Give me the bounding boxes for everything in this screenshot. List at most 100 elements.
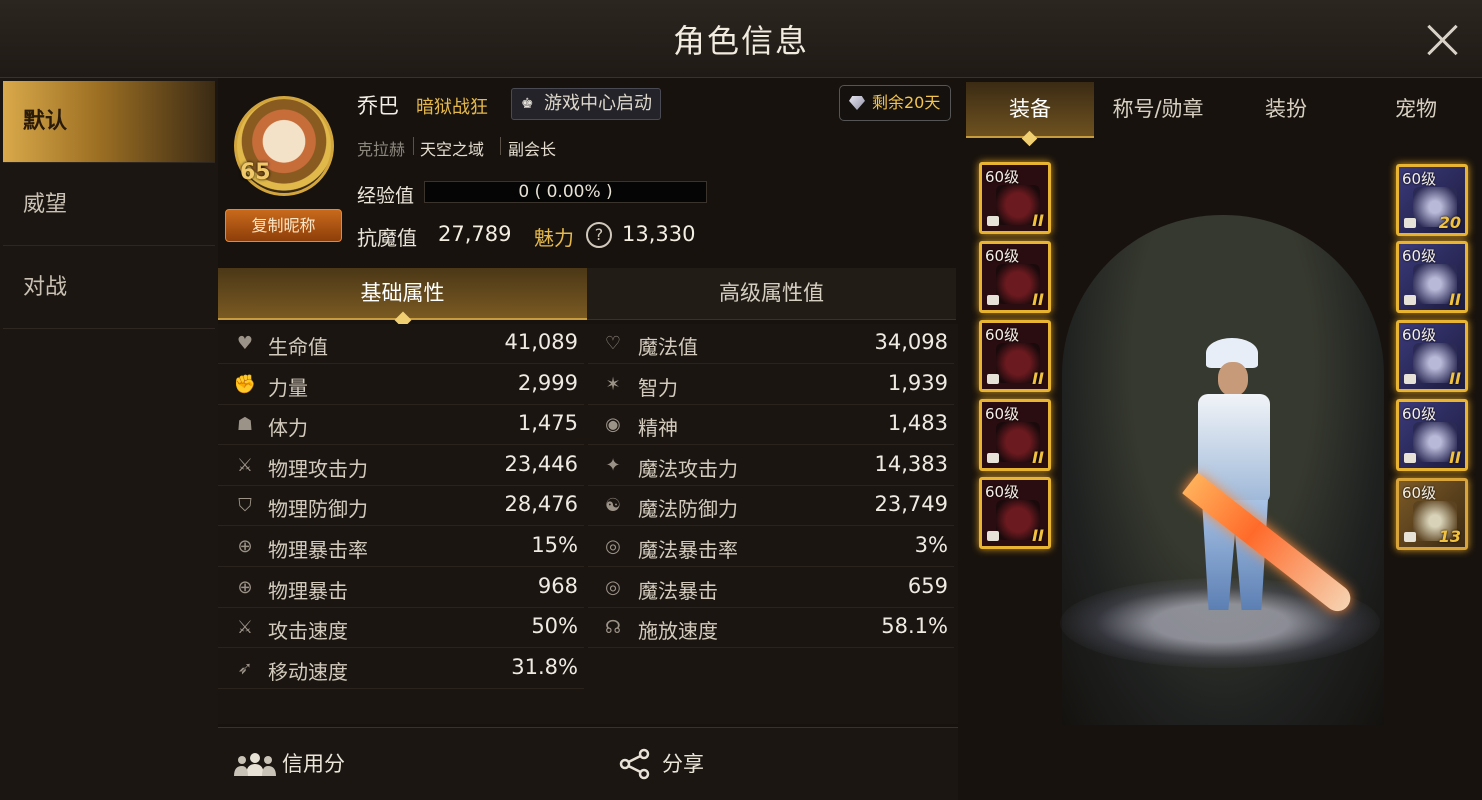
lock-icon (987, 216, 999, 226)
magic-crit-icon: ◎ (605, 536, 621, 557)
player-class: 暗狱战狂 (416, 97, 488, 118)
equipment-level: 60级 (985, 247, 1020, 265)
divider (500, 137, 501, 155)
stat-label: 物理暴击 (268, 578, 348, 603)
attack-speed-icon: ⚔ (236, 617, 254, 639)
guild-name[interactable]: 天空之域 (420, 136, 484, 160)
spirit-icon: ◉ (605, 414, 621, 436)
stat-row: ✦ 魔法攻击力 14,383 (588, 446, 954, 486)
stat-label: 魔法暴击 (638, 578, 718, 603)
stat-row: ☯ 魔法防御力 23,749 (588, 486, 954, 527)
equipment-slot[interactable]: 60级 II (979, 162, 1051, 234)
remaining-days-badge[interactable]: 剩余20天 (839, 85, 951, 121)
sword-icon: ⚔ (236, 454, 254, 476)
charm-value: 13,330 (622, 222, 696, 246)
stat-row: ◎ 魔法暴击率 3% (588, 527, 954, 567)
tab-titles-medals[interactable]: 称号/勋章 (1094, 82, 1222, 138)
diamond-icon (849, 96, 865, 110)
stat-row: ⚔ 攻击速度 50% (218, 608, 584, 649)
equipment-level: 60级 (985, 405, 1020, 423)
tab-advanced-attributes[interactable]: 高级属性值 (587, 268, 956, 320)
stat-row: ⊕ 物理暴击率 15% (218, 527, 584, 567)
stat-row: ☊ 施放速度 58.1% (588, 608, 954, 649)
move-speed-icon: ➶ (237, 657, 253, 679)
remaining-days-label: 剩余20天 (872, 93, 941, 112)
stat-value: 23,446 (504, 451, 578, 476)
magic-crit-icon: ◎ (605, 576, 621, 598)
credit-score-label: 信用分 (282, 752, 345, 776)
help-icon[interactable]: ? (586, 222, 612, 248)
copy-name-button[interactable]: 复制昵称 (225, 209, 342, 242)
gamecenter-label: 游戏中心启动 (544, 93, 652, 114)
nav-item-prestige[interactable]: 威望 (3, 164, 215, 246)
tab-pets[interactable]: 宠物 (1350, 82, 1482, 138)
tab-outfit[interactable]: 装扮 (1222, 82, 1350, 138)
lock-icon (987, 453, 999, 463)
stat-label: 移动速度 (268, 659, 348, 684)
stat-label: 生命值 (268, 335, 328, 359)
stat-label: 力量 (268, 375, 308, 400)
equipment-level: 60级 (985, 326, 1020, 344)
close-icon[interactable] (1422, 20, 1462, 60)
equipment-slot[interactable]: 60级 II (1396, 320, 1468, 392)
lock-icon (987, 295, 999, 305)
equipment-tier: 20 (1438, 213, 1461, 232)
stat-row: ◎ 魔法暴击 659 (588, 568, 954, 608)
heart-outline-icon: ♡ (604, 333, 622, 354)
stat-value: 1,939 (887, 370, 948, 395)
equipment-tier: 13 (1438, 527, 1461, 546)
share-button[interactable]: 分享 (618, 748, 704, 780)
tab-equipment[interactable]: 装备 (966, 82, 1094, 138)
equipment-slot[interactable]: 60级 II (979, 399, 1051, 471)
lock-icon (1404, 532, 1416, 542)
gamecenter-launch-button[interactable]: ♚ 游戏中心启动 (511, 88, 661, 120)
people-icon (234, 753, 276, 776)
antimagic-value: 27,789 (438, 222, 512, 246)
page-title: 角色信息 (672, 22, 809, 60)
header-bar: 角色信息 (0, 0, 1482, 78)
guild-role: 副会长 (508, 140, 557, 159)
stat-value: 34,098 (874, 330, 948, 354)
stat-row: ⚔ 物理攻击力 23,446 (218, 446, 584, 486)
stat-label: 魔法值 (638, 335, 698, 359)
equipment-level: 60级 (1402, 247, 1437, 265)
crosshair-icon: ⊕ (237, 536, 253, 557)
equipment-slot[interactable]: 60级 II (1396, 399, 1468, 471)
stat-value: 41,089 (504, 330, 578, 354)
stat-row: ♡ 魔法值 34,098 (588, 324, 954, 364)
stat-value: 3% (914, 533, 948, 557)
equipment-tier: II (1032, 211, 1044, 230)
magic-attack-icon: ✦ (605, 454, 621, 476)
nav-item-default[interactable]: 默认 (3, 81, 215, 163)
stat-value: 659 (907, 573, 948, 598)
stat-value: 23,749 (874, 492, 948, 517)
character-head (1218, 362, 1248, 396)
stat-value: 968 (537, 573, 578, 598)
equipment-tier: II (1032, 526, 1044, 545)
stat-value: 1,475 (517, 411, 578, 436)
equipment-slot[interactable]: 60级 13 (1396, 478, 1468, 550)
nav-item-battle[interactable]: 对战 (3, 247, 215, 329)
stat-label: 物理防御力 (268, 497, 368, 522)
stat-label: 物理攻击力 (268, 456, 368, 481)
equipment-slot[interactable]: 60级 II (979, 477, 1051, 549)
stat-row: ⊕ 物理暴击 968 (218, 568, 584, 608)
equipment-slot[interactable]: 60级 20 (1396, 164, 1468, 236)
exp-progress-text: 0 ( 0.00% ) (518, 182, 613, 202)
exp-progress-bar: 0 ( 0.00% ) (424, 181, 707, 203)
intellect-icon: ✶ (605, 373, 621, 395)
equipment-tier: II (1449, 448, 1461, 467)
stat-label: 魔法暴击率 (638, 538, 738, 562)
stat-row: ☗ 体力 1,475 (218, 405, 584, 446)
stat-label: 魔法防御力 (638, 497, 738, 522)
stat-value: 31.8% (511, 654, 578, 679)
stat-value: 15% (531, 533, 578, 557)
antimagic-label: 抗魔值 (357, 226, 417, 250)
equipment-slot[interactable]: 60级 II (979, 320, 1051, 392)
equipment-slot[interactable]: 60级 II (979, 241, 1051, 313)
shield-icon: ⛉ (238, 495, 252, 517)
stat-row: ⛉ 物理防御力 28,476 (218, 486, 584, 527)
credit-score-button[interactable]: 信用分 (234, 748, 345, 780)
left-nav: 默认 威望 对战 (0, 78, 218, 800)
equipment-slot[interactable]: 60级 II (1396, 241, 1468, 313)
